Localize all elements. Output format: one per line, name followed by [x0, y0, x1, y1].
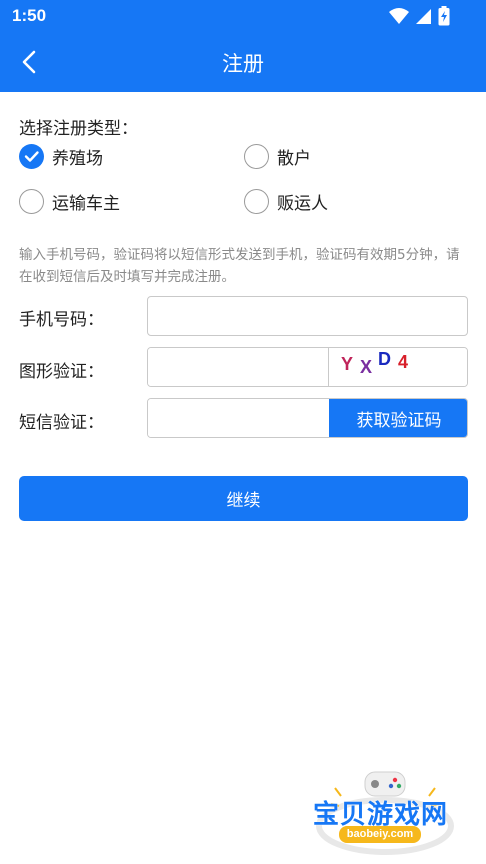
radio-label-trader: 贩运人 [277, 194, 328, 214]
watermark-logo: 宝贝游戏网 baobeiy.com [305, 768, 465, 858]
page-title: 注册 [222, 52, 264, 76]
watermark-url: baobeiy.com [339, 826, 421, 843]
captcha-input[interactable] [148, 348, 328, 386]
radio-label-farm: 养殖场 [52, 149, 103, 169]
sms-input-wrap [148, 399, 329, 437]
continue-button[interactable]: 继续 [19, 476, 468, 521]
phone-field-box [147, 296, 468, 336]
phone-input[interactable] [148, 297, 467, 335]
radio-option-trader[interactable]: 贩运人 [244, 189, 328, 214]
radio-option-farm[interactable]: 养殖场 [19, 144, 103, 169]
radio-option-individual[interactable]: 散户 [244, 144, 311, 169]
status-icons [389, 6, 450, 26]
captcha-label: 图形验证： [19, 362, 104, 382]
status-bar: 1:50 [0, 0, 486, 32]
radio-label-individual: 散户 [277, 149, 311, 169]
sms-code-input[interactable] [148, 399, 329, 437]
radio-unchecked-icon [19, 189, 44, 214]
radio-option-transport-owner[interactable]: 运输车主 [19, 189, 120, 214]
phone-label: 手机号码： [19, 310, 104, 330]
hint-text: 输入手机号码，验证码将以短信形式发送到手机，验证码有效期5分钟，请在收到短信后及… [19, 247, 460, 285]
captcha-char: X [360, 357, 373, 377]
captcha-input-wrap [148, 348, 328, 386]
captcha-char: Y [341, 354, 354, 374]
radio-label-transport-owner: 运输车主 [52, 194, 120, 214]
captcha-field-box: Y X D 4 [147, 347, 468, 387]
wifi-icon [389, 8, 409, 24]
status-time: 1:50 [12, 6, 47, 25]
radio-checked-icon [19, 144, 44, 169]
register-type-label: 选择注册类型： [19, 119, 138, 139]
nav-bar: 注册 [0, 32, 486, 92]
radio-unchecked-icon [244, 144, 269, 169]
captcha-char: 4 [398, 352, 409, 372]
get-code-button[interactable]: 获取验证码 [329, 399, 467, 437]
battery-icon [438, 6, 450, 26]
sms-label: 短信验证： [19, 413, 104, 433]
signal-icon [416, 8, 431, 24]
radio-unchecked-icon [244, 189, 269, 214]
sms-field-box: 获取验证码 [147, 398, 468, 438]
captcha-char: D [378, 349, 391, 369]
captcha-image[interactable]: Y X D 4 [328, 348, 467, 386]
